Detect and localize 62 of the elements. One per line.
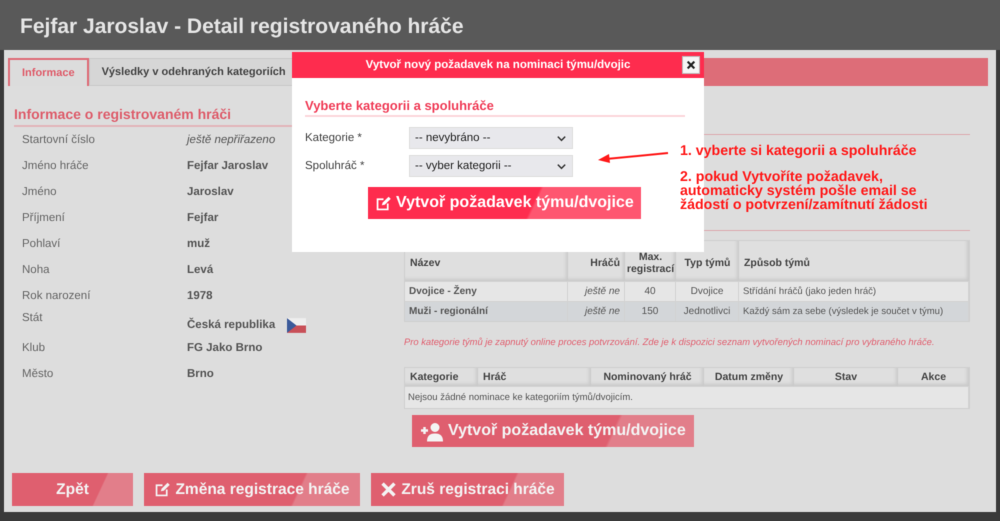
close-icon	[686, 60, 696, 70]
table-cell: Dvojice - Ženy	[405, 281, 568, 301]
field-value: Jaroslav	[187, 186, 234, 198]
create-request-button[interactable]: Vytvoř požadavek týmu/dvojice	[368, 187, 641, 219]
field-value: muž	[187, 238, 210, 250]
field-value: Levá	[187, 264, 214, 276]
field-label: Příjmení	[22, 212, 66, 224]
table-cell: Střídání hráčů (jako jeden hráč)	[739, 281, 969, 301]
back-button[interactable]: Zpět	[12, 473, 133, 506]
table-cell: 150	[625, 301, 676, 321]
field-value: Česká republika	[187, 319, 276, 331]
info-note: Pro kategorie týmů je zapnutý online proces potvrzování. Zde je k dispozici seznam vytvořených nominací pro vybraného hráče.	[404, 336, 936, 347]
table-cell: ještě ne	[568, 301, 625, 321]
empty-message: Nejsou žádné nominace ke kategoriím týmů/dvojicím.	[405, 386, 969, 408]
field-label: Klub	[22, 342, 46, 354]
dialog-title: Vytvoř nový požadavek na nominaci týmu/dvojic	[366, 59, 630, 71]
annotation-text: 1. vyberte si kategorii a spoluhráče	[680, 144, 918, 158]
field-value: FG Jako Brno	[187, 342, 262, 354]
table-cell: Muži - regionální	[405, 301, 568, 321]
table-cell: 40	[625, 281, 676, 301]
field-label: Jméno	[22, 186, 58, 198]
field-label: Jméno hráče	[22, 160, 90, 172]
dropdown[interactable]: -- nevybráno --	[409, 127, 573, 149]
edit-registration-button[interactable]: Změna registrace hráče	[144, 473, 360, 506]
field-value: Brno	[187, 368, 214, 380]
field-value: Fejfar Jaroslav	[187, 160, 268, 172]
close-icon	[380, 481, 398, 498]
field-label: Kategorie *	[305, 132, 363, 144]
section-heading: Vyberte kategorii a spoluhráče	[305, 98, 685, 117]
column-header: Způsob týmů	[739, 241, 969, 281]
field-value: ještě nepřiřazeno	[187, 134, 276, 146]
edit-icon	[154, 481, 172, 498]
field-label: Rok narození	[22, 290, 92, 302]
create-request-button[interactable]: Vytvoř požadavek týmu/dvojice	[412, 415, 694, 447]
field-label: Pohlaví	[22, 238, 62, 250]
arrow	[598, 152, 668, 163]
table-cell: ještě ne	[568, 281, 625, 301]
field-label: Startovní číslo	[22, 134, 96, 146]
field-value: 1978	[187, 290, 213, 302]
dropdown[interactable]: -- vyber kategorii --	[409, 155, 573, 177]
table-cell: Jednotlivci	[676, 301, 739, 321]
column-header: Stav	[794, 368, 898, 386]
field-label: Noha	[22, 264, 50, 276]
annotation-text: 2. pokud Vytvoříte požadavek, automaticky systém pošle email se žádostí o potvrzení/zamítnutí žádosti	[680, 170, 929, 212]
add-user-icon	[420, 420, 444, 442]
edit-icon	[375, 194, 392, 212]
field-label: Spoluhráč *	[305, 160, 366, 172]
column-header: Datum změny	[704, 368, 794, 386]
column-header: Kategorie	[405, 368, 478, 386]
column-header: Nominovaný hráč	[591, 368, 704, 386]
flag-icon	[287, 318, 306, 332]
tab[interactable]: Informace	[8, 58, 89, 86]
column-header: Akce	[898, 368, 969, 386]
page-title: Fejfar Jaroslav - Detail registrovaného hráče	[0, 0, 1000, 50]
cancel-registration-button[interactable]: Zruš registraci hráče	[371, 473, 564, 506]
field-label: Stát	[22, 312, 44, 326]
close-button[interactable]	[682, 56, 700, 74]
table-cell: Každý sám za sebe (výsledek je součet v týmu)	[739, 301, 969, 321]
table-cell: Dvojice	[676, 281, 739, 301]
field-label: Město	[22, 368, 54, 380]
column-header: Hráč	[478, 368, 591, 386]
field-value: Fejfar	[187, 212, 218, 224]
